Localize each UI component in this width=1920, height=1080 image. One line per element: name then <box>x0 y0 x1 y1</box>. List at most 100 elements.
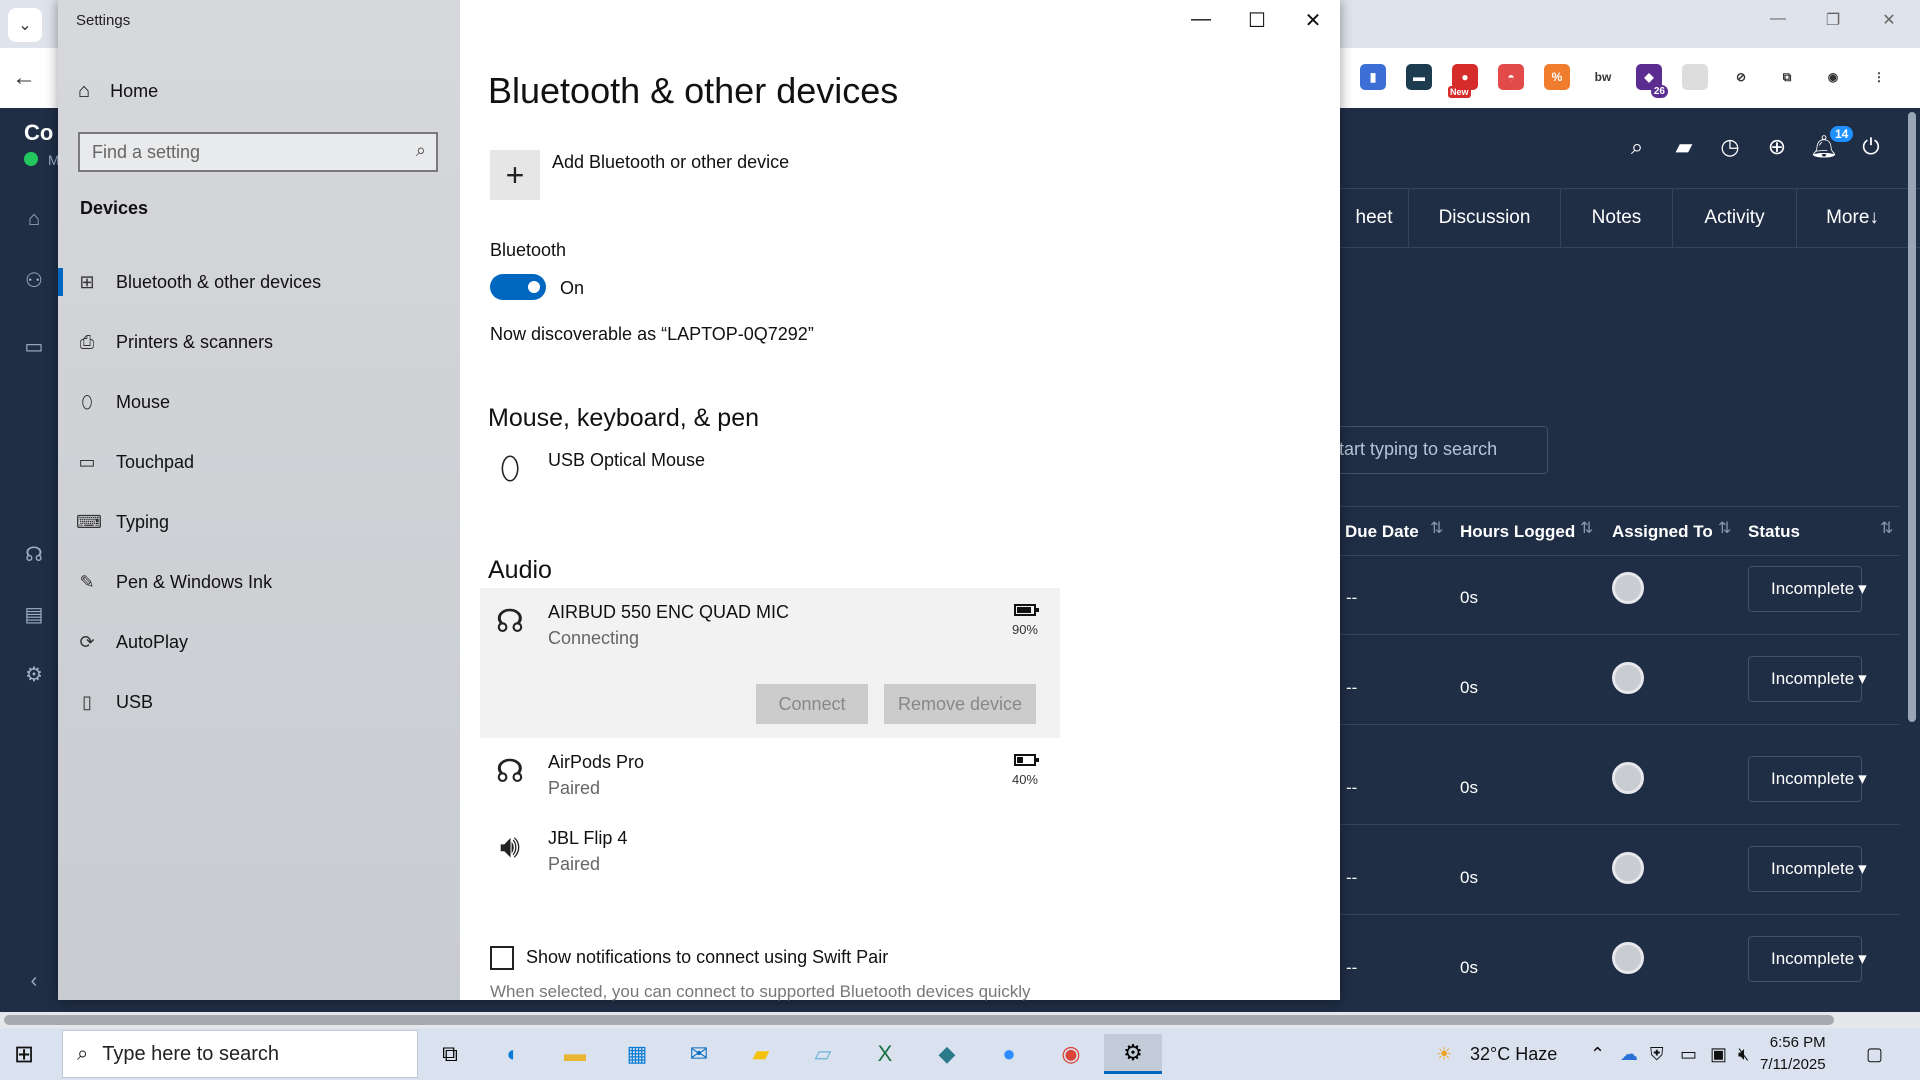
headset-icon[interactable]: ☊ <box>22 542 46 567</box>
excel-icon[interactable]: X <box>865 1034 905 1074</box>
page-title: Bluetooth & other devices <box>488 70 899 111</box>
collapse-chevron-icon[interactable]: ‹ <box>22 970 46 993</box>
battery-tray-icon[interactable]: ▭ <box>1680 1044 1697 1065</box>
file-explorer-icon[interactable]: ▬ <box>555 1034 595 1074</box>
blank-ext-icon[interactable] <box>1682 64 1708 90</box>
task-view-icon[interactable]: ⧉ <box>430 1034 470 1074</box>
column-header-hours-logged[interactable]: Hours Logged <box>1460 522 1575 542</box>
volume-muted-icon[interactable]: 🔇︎ <box>1738 1044 1749 1065</box>
taskbar-search-input[interactable]: ⌕ Type here to search <box>62 1030 418 1078</box>
sort-icon[interactable]: ⇅ <box>1880 518 1893 538</box>
bluetooth-label: Bluetooth <box>490 240 567 260</box>
zoom-icon[interactable]: ● <box>989 1034 1029 1074</box>
clock-icon[interactable]: ◷ <box>1716 134 1744 160</box>
network-icon[interactable]: ▣ <box>1710 1044 1727 1065</box>
security-icon[interactable]: ⛨ <box>1650 1044 1664 1065</box>
add-device-label[interactable]: Add Bluetooth or other device <box>552 152 789 173</box>
avatar[interactable] <box>1612 762 1644 794</box>
tab-more[interactable]: More↓ <box>1796 188 1908 248</box>
app-diamond-icon[interactable]: ◆ <box>927 1034 967 1074</box>
chrome-icon[interactable]: ◉ <box>1051 1034 1091 1074</box>
settings-gear-icon[interactable]: ⚙ <box>22 662 46 687</box>
nav-item-typing[interactable]: ⌨ Typing <box>58 500 460 544</box>
clipboard-ext-icon[interactable]: ▮ <box>1360 64 1386 90</box>
page-vertical-scrollbar[interactable] <box>1908 112 1916 722</box>
compass-ext-icon[interactable]: ⊘ <box>1728 64 1754 90</box>
action-center-icon[interactable]: ▢ <box>1866 1044 1883 1065</box>
puzzle-ext-icon[interactable]: ⧉ <box>1774 64 1800 90</box>
mail-icon[interactable]: ✉ <box>679 1034 719 1074</box>
nav-item-usb[interactable]: ▯ USB <box>58 680 460 724</box>
status-dropdown[interactable]: Incomplete ▾ <box>1748 656 1867 702</box>
notepad-icon[interactable]: ▱ <box>803 1034 843 1074</box>
tab-notes[interactable]: Notes <box>1560 188 1672 248</box>
tab-activity[interactable]: Activity <box>1672 188 1796 248</box>
swift-pair-checkbox[interactable] <box>490 946 514 970</box>
column-header-status[interactable]: Status <box>1748 522 1800 542</box>
add-device-button[interactable]: + <box>490 150 540 200</box>
status-dropdown[interactable]: Incomplete ▾ <box>1748 566 1867 612</box>
folder-ext-icon[interactable]: ▬ <box>1406 64 1432 90</box>
chat-icon[interactable]: ▤ <box>22 602 46 627</box>
sticky-notes-icon[interactable]: ▰ <box>741 1034 781 1074</box>
bluetooth-toggle[interactable] <box>490 274 546 300</box>
nav-item-bluetooth-other-devices[interactable]: ⊞ Bluetooth & other devices <box>58 260 460 304</box>
briefcase-icon[interactable]: ▭ <box>22 334 46 359</box>
back-arrow-icon[interactable]: ← <box>12 64 36 92</box>
menu-icon[interactable]: ⋮ <box>1866 64 1892 90</box>
power-icon[interactable]: ⏻ <box>1857 134 1885 160</box>
tab-search-button[interactable]: ⌄ <box>8 8 42 42</box>
connect-button[interactable]: Connect <box>756 684 868 724</box>
windows-start-icon[interactable]: ⊞ <box>14 1040 34 1069</box>
cap-ext-icon[interactable]: ◆ 26 <box>1636 64 1668 98</box>
column-header-assigned-to[interactable]: Assigned To <box>1612 522 1713 542</box>
status-dropdown[interactable]: Incomplete ▾ <box>1748 846 1867 892</box>
avatar[interactable] <box>1612 942 1644 974</box>
avatar[interactable] <box>1612 852 1644 884</box>
onedrive-icon[interactable]: ☁ <box>1620 1044 1638 1065</box>
swift-pair-label[interactable]: Show notifications to connect using Swif… <box>526 947 888 968</box>
add-circle-icon[interactable]: ⊕ <box>1763 134 1791 160</box>
nav-item-touchpad[interactable]: ▭ Touchpad <box>58 440 460 484</box>
bw-ext-icon[interactable]: bw <box>1590 64 1616 90</box>
browser-restore-icon[interactable]: ❐ <box>1818 10 1848 30</box>
tab-sheet[interactable]: heet <box>1340 188 1408 248</box>
settings-taskbar-icon[interactable]: ⚙ <box>1104 1034 1162 1074</box>
find-setting-input[interactable]: Find a setting ⌕ <box>78 132 438 172</box>
avatar[interactable] <box>1612 662 1644 694</box>
search-icon[interactable]: ⌕ <box>1623 134 1651 160</box>
notes-icon[interactable]: ▰ <box>1670 134 1698 160</box>
status-dropdown[interactable]: Incomplete ▾ <box>1748 756 1867 802</box>
percent-ext-icon[interactable]: % <box>1544 64 1570 90</box>
taskbar-clock[interactable]: 6:56 PM 7/11/2025 <box>1760 1032 1826 1076</box>
home-icon[interactable]: ⌂ <box>22 208 46 231</box>
browser-close-icon[interactable]: ✕ <box>1874 10 1904 30</box>
show-hidden-icons-icon[interactable]: ⌃ <box>1590 1044 1605 1065</box>
users-icon[interactable]: ⚇ <box>22 268 46 293</box>
profile-icon[interactable]: ◉ <box>1820 64 1846 90</box>
sort-icon[interactable]: ⇅ <box>1718 518 1731 538</box>
nav-item-pen-windows-ink[interactable]: ✎ Pen & Windows Ink <box>58 560 460 604</box>
status-dropdown[interactable]: Incomplete ▾ <box>1748 936 1867 982</box>
home-nav-item[interactable]: ⌂ Home <box>78 80 158 103</box>
new-ext-icon[interactable]: ● New <box>1448 64 1478 98</box>
store-icon[interactable]: ▦ <box>617 1034 657 1074</box>
settings-content: Bluetooth & other devices + Add Bluetoot… <box>460 0 1340 1001</box>
sort-icon[interactable]: ⇅ <box>1430 518 1443 538</box>
sort-icon[interactable]: ⇅ <box>1580 518 1593 538</box>
column-header-due-date[interactable]: Due Date <box>1345 522 1419 542</box>
nav-item-printers-scanners[interactable]: ⎙ Printers & scanners <box>58 320 460 364</box>
weather-text[interactable]: 32°C Haze <box>1470 1044 1557 1065</box>
tab-discussion[interactable]: Discussion <box>1408 188 1560 248</box>
nav-item-mouse[interactable]: ⬯ Mouse <box>58 380 460 424</box>
nav-item-autoplay[interactable]: ⟳ AutoPlay <box>58 620 460 664</box>
browser-minimize-icon[interactable]: — <box>1763 10 1793 28</box>
weather-icon[interactable]: ☀ <box>1436 1044 1452 1065</box>
avatar[interactable] <box>1612 572 1644 604</box>
edge-icon[interactable]: ◐ <box>493 1034 533 1074</box>
horizontal-scrollbar-thumb[interactable] <box>4 1015 1834 1025</box>
pokeball-ext-icon[interactable]: ◓ <box>1498 64 1524 90</box>
settings-nav-pane: Settings ⌂ Home Find a setting ⌕ Devices… <box>58 0 460 1000</box>
remove-device-button[interactable]: Remove device <box>884 684 1036 724</box>
app-search-input[interactable]: tart typing to search <box>1320 426 1548 474</box>
